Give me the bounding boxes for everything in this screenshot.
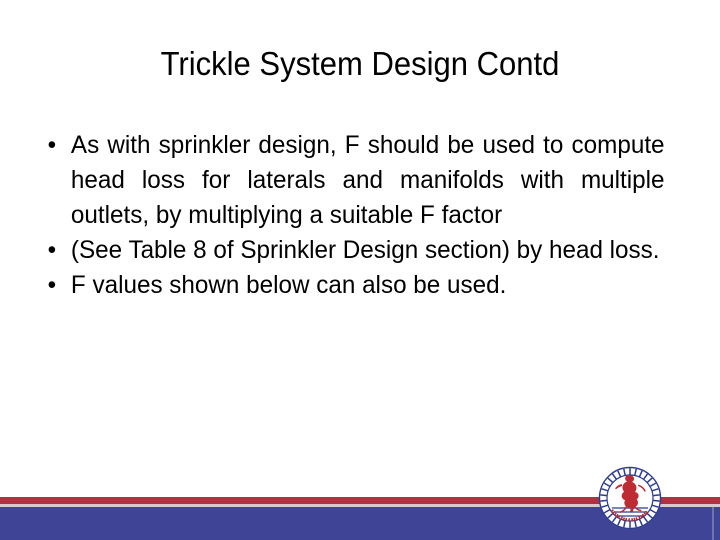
- footer-blue-band-edge: [712, 507, 714, 540]
- bullet-item-2: • (See Table 8 of Sprinkler Design secti…: [36, 233, 665, 268]
- bullet-item-3: • F values shown below can also be used.: [36, 268, 665, 303]
- slide-title: Trickle System Design Contd: [160, 45, 560, 82]
- slide-canvas: Trickle System Design Contd • As with sp…: [0, 0, 720, 540]
- bullet-item-1: • As with sprinkler design, F should be …: [36, 128, 665, 233]
- bullet-marker-icon: •: [47, 131, 57, 159]
- bullet-marker-icon: •: [47, 236, 57, 264]
- bullet-text-1: As with sprinkler design, F should be us…: [70, 131, 665, 229]
- bullet-text-3: F values shown below can also be used.: [70, 271, 507, 299]
- bullet-marker-icon: •: [47, 271, 57, 299]
- bullet-text-2: (See Table 8 of Sprinkler Design section…: [70, 236, 660, 264]
- university-seal-emblem: [598, 466, 662, 530]
- slide-body: • As with sprinkler design, F should be …: [36, 128, 684, 303]
